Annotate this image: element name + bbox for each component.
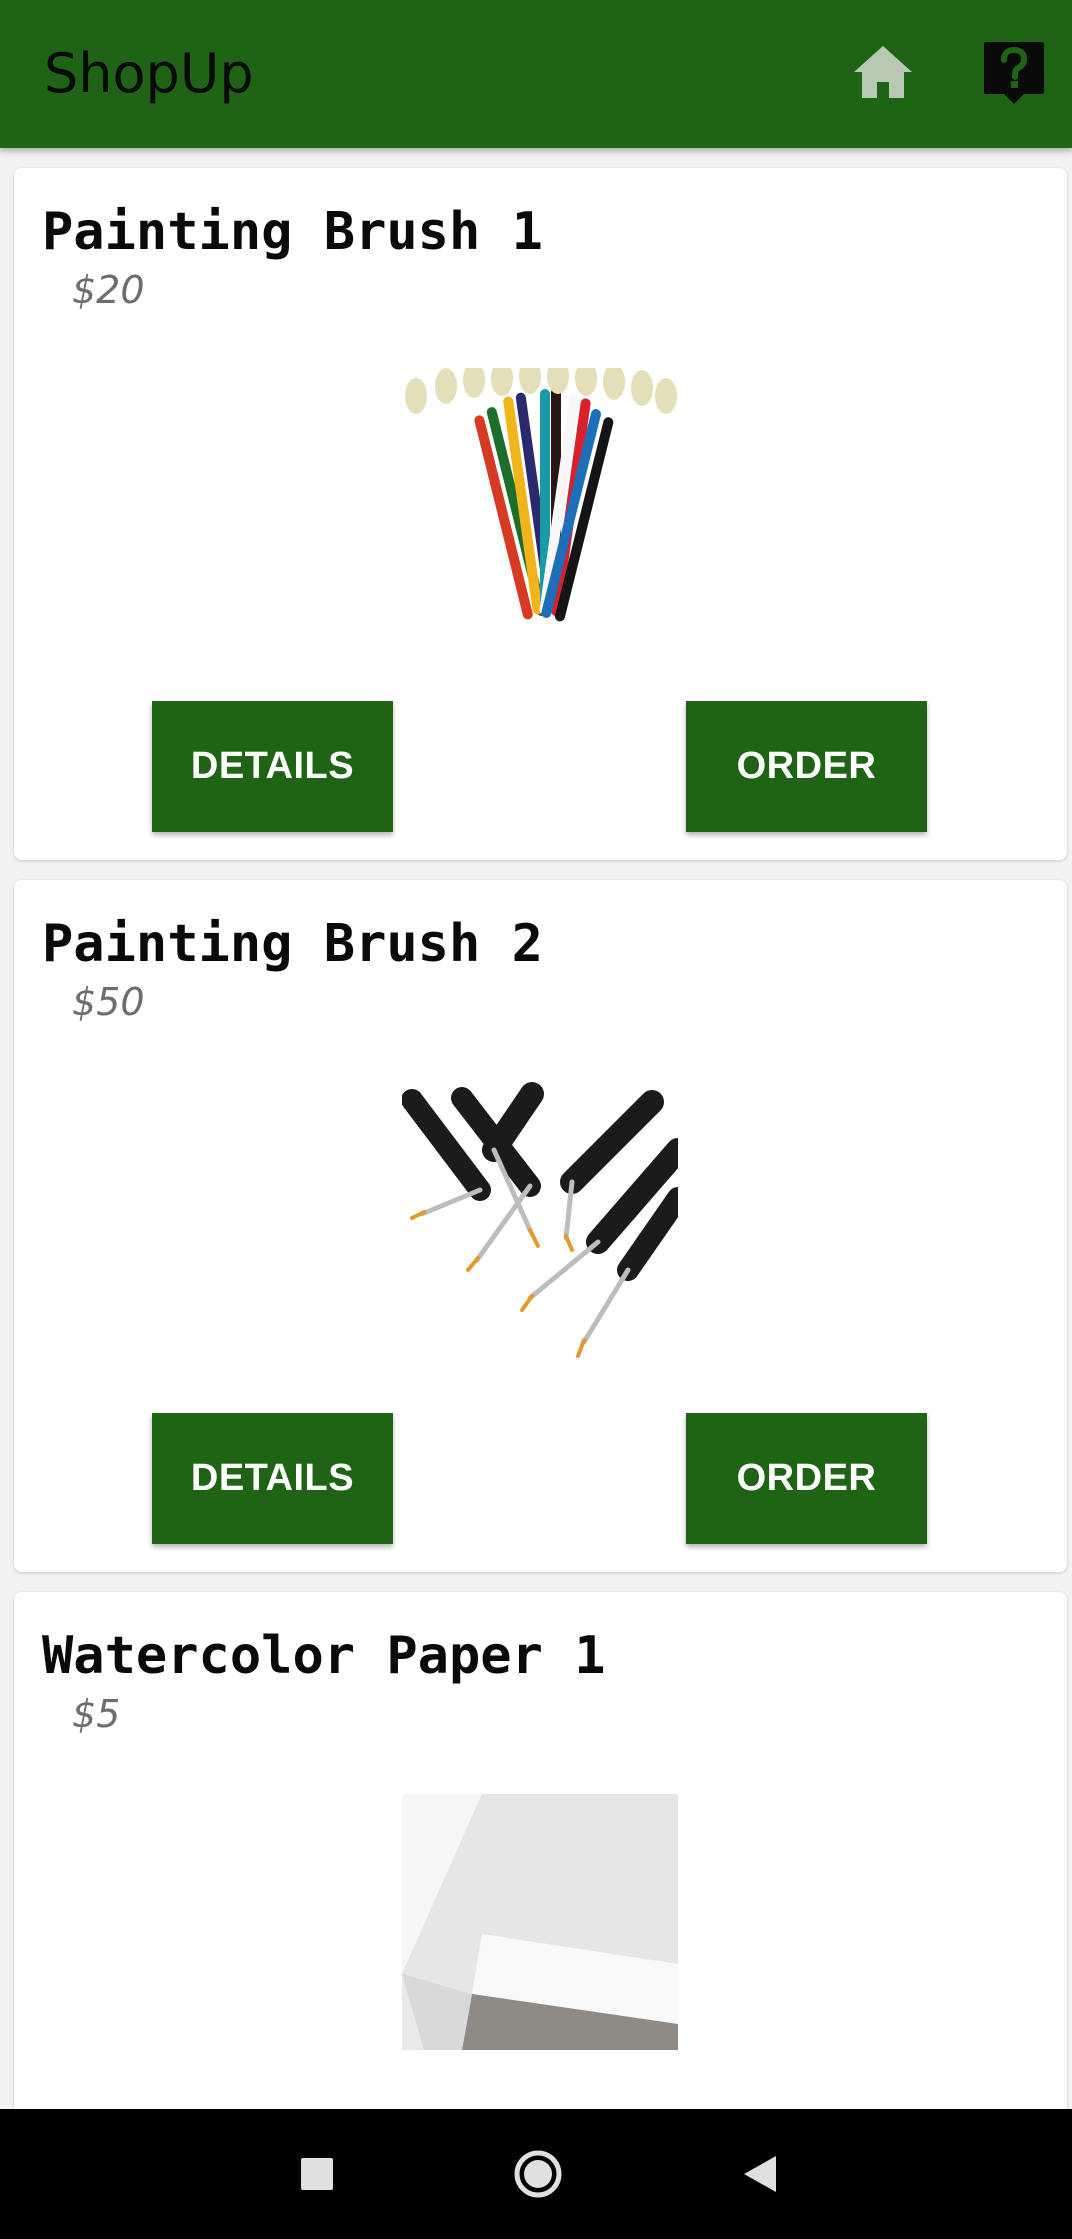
- product-price: $50: [72, 980, 145, 1024]
- recents-button[interactable]: [300, 2157, 334, 2196]
- app-bar: ShopUp: [0, 0, 1072, 148]
- home-button[interactable]: [850, 40, 916, 106]
- square-recents-icon: [301, 2158, 333, 2190]
- system-navigation-bar: [0, 2109, 1072, 2239]
- product-name: Painting Brush 2: [42, 914, 543, 974]
- home-nav-button[interactable]: [513, 2149, 563, 2204]
- app-title: ShopUp: [44, 42, 254, 105]
- product-price: $20: [72, 268, 145, 312]
- help-button[interactable]: [980, 38, 1048, 108]
- help-icon: [984, 42, 1044, 104]
- watercolor-paper-image: [402, 1794, 678, 2050]
- product-name: Watercolor Paper 1: [42, 1626, 606, 1686]
- circle-home-icon: [514, 2150, 562, 2198]
- product-card: Painting Brush 2 $50 DETAILS ORDER: [14, 880, 1067, 1572]
- product-card: Painting Brush 1 $20 DETAILS ORDER: [14, 168, 1067, 860]
- triangle-back-icon: [744, 2156, 776, 2192]
- product-card: Watercolor Paper 1 $5: [14, 1592, 1067, 2152]
- fine-detail-brushes-image: [402, 1082, 678, 1358]
- details-button[interactable]: DETAILS: [152, 701, 393, 832]
- painting-brush-set-image: [405, 368, 677, 622]
- back-button[interactable]: [742, 2154, 778, 2199]
- product-name: Painting Brush 1: [42, 202, 543, 262]
- home-icon: [854, 46, 912, 98]
- order-button[interactable]: ORDER: [686, 1413, 927, 1544]
- order-button[interactable]: ORDER: [686, 701, 927, 832]
- product-price: $5: [72, 1692, 121, 1736]
- details-button[interactable]: DETAILS: [152, 1413, 393, 1544]
